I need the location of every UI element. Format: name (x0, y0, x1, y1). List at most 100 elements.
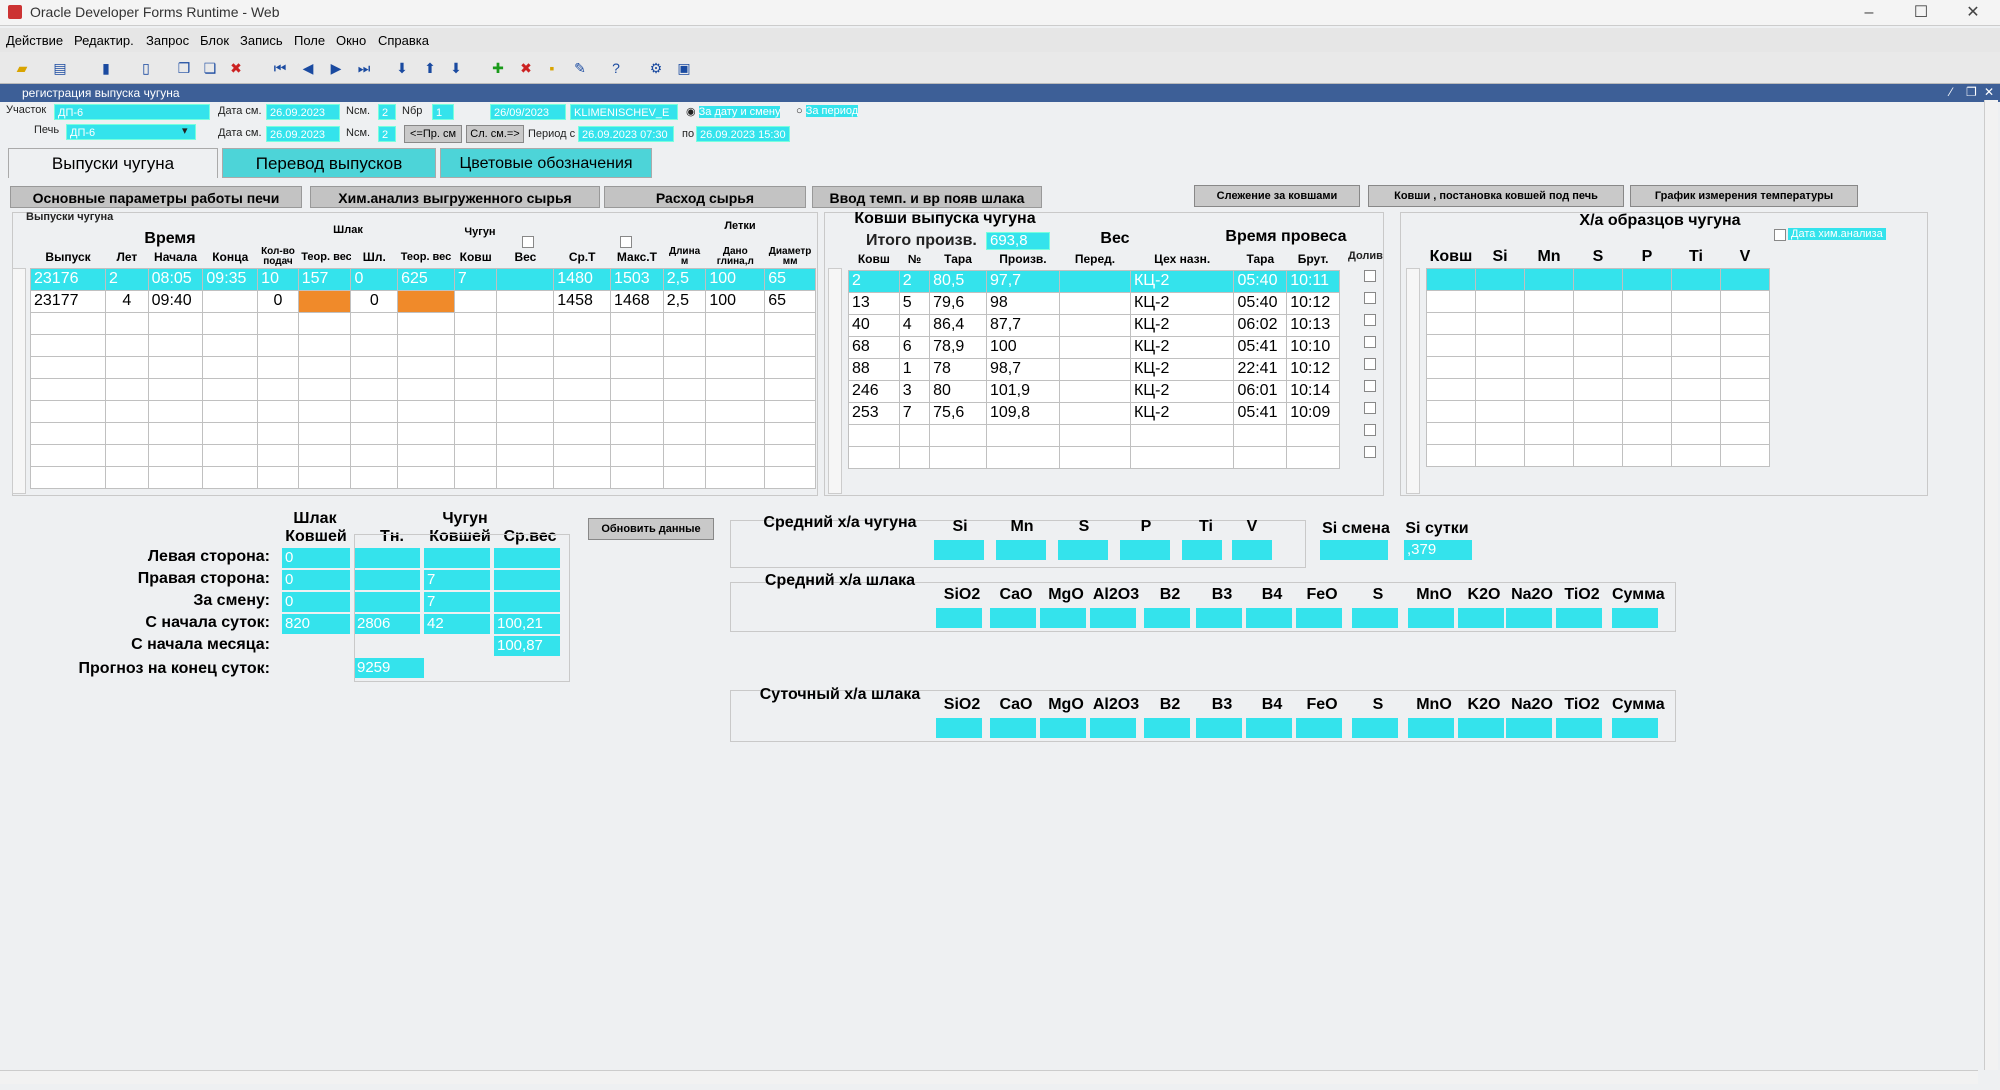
cell[interactable]: 09:40 (147, 289, 204, 313)
doliv-checkbox[interactable] (1364, 424, 1376, 436)
obrazec-row[interactable] (1426, 355, 1770, 379)
first-record-icon[interactable]: ⏮ (270, 58, 290, 78)
shlak-avg-value[interactable] (1144, 608, 1190, 628)
empty-row[interactable] (29, 399, 816, 423)
shlak-daily-value[interactable] (1556, 718, 1602, 738)
subtab-himanaliz[interactable]: Хим.анализ выгруженного сырья (310, 186, 600, 208)
menu-window[interactable]: Окно (336, 33, 366, 48)
summary-cell[interactable]: 0 (282, 570, 350, 590)
cell[interactable]: 09:35 (202, 267, 259, 291)
cell[interactable]: 80,5 (929, 269, 987, 293)
empty-row[interactable] (29, 421, 816, 445)
doliv-checkbox[interactable] (1364, 358, 1376, 370)
chem-val-v[interactable] (1232, 540, 1272, 560)
cell[interactable]: 2 (105, 267, 149, 291)
cell[interactable]: 75,6 (929, 401, 987, 425)
cell[interactable]: 05:41 (1233, 335, 1288, 359)
cell[interactable]: 13 (848, 291, 900, 315)
ladles-button[interactable]: Ковши , постановка ковшей под печь (1368, 185, 1624, 207)
cell[interactable]: 10:10 (1286, 335, 1340, 359)
shlak-daily-value[interactable] (1458, 718, 1504, 738)
shlak-daily-value[interactable] (1246, 718, 1292, 738)
cell[interactable]: 7 (453, 267, 498, 291)
paste-icon[interactable]: ❏ (200, 58, 220, 78)
cell[interactable] (1058, 269, 1131, 293)
shlak-avg-value[interactable] (1408, 608, 1454, 628)
up-icon[interactable]: ⬆ (420, 58, 440, 78)
doliv-checkbox[interactable] (1364, 336, 1376, 348)
prev-shift-button[interactable]: <=Пр. см (404, 125, 462, 143)
empty-row[interactable] (848, 445, 1340, 469)
shlak-avg-value[interactable] (1040, 608, 1086, 628)
cell[interactable]: 65 (764, 289, 816, 313)
si-smena-field[interactable] (1320, 540, 1388, 560)
empty-row[interactable] (29, 377, 816, 401)
delete-icon[interactable]: ✖ (226, 58, 246, 78)
cell[interactable]: 2,5 (662, 289, 707, 313)
window-icon[interactable]: ▣ (674, 58, 694, 78)
cell[interactable]: КЦ-2 (1129, 379, 1235, 403)
cell[interactable]: 78,9 (929, 335, 987, 359)
user-field[interactable]: KLIMENISCHEV_E (570, 104, 678, 120)
cell[interactable]: 40 (848, 313, 900, 337)
obrazec-row[interactable] (1426, 443, 1770, 467)
radio-period[interactable]: ○ За период (796, 105, 859, 117)
vypuski-scrollbar[interactable] (12, 268, 26, 494)
empty-row[interactable] (29, 465, 816, 489)
temp-chart-button[interactable]: График измерения температуры (1630, 185, 1858, 207)
menu-help[interactable]: Справка (378, 33, 429, 48)
cell[interactable] (1058, 291, 1131, 315)
cell[interactable]: 87,7 (985, 313, 1060, 337)
open-icon[interactable]: ▰ (12, 58, 32, 78)
menu-edit[interactable]: Редактир. (74, 33, 134, 48)
next-record-icon[interactable]: ▶ (326, 58, 346, 78)
summary-cell[interactable]: 820 (282, 614, 350, 634)
cell[interactable] (1058, 335, 1131, 359)
doliv-checkbox[interactable] (1364, 314, 1376, 326)
menu-query[interactable]: Запрос (146, 33, 189, 48)
obrazcy-scrollbar[interactable] (1406, 268, 1420, 494)
empty-row[interactable] (29, 443, 816, 467)
kovsh-row[interactable]: 68 6 78,9 100 КЦ-2 05:41 10:10 (848, 335, 1340, 359)
maximize-button[interactable]: ☐ (1898, 0, 1944, 26)
vypusk-row[interactable]: 23177 4 09:40 0 0 1458 1468 2,5 100 65 (29, 289, 816, 313)
menu-record[interactable]: Запись (240, 33, 283, 48)
tracking-button[interactable]: Слежение за ковшами (1194, 185, 1360, 207)
radio-date-shift[interactable]: ◉ За дату и смену (686, 105, 781, 118)
cell[interactable]: 10:12 (1286, 291, 1340, 315)
shlak-avg-value[interactable] (1196, 608, 1242, 628)
cell[interactable] (1058, 357, 1131, 381)
pech-select[interactable]: ДП-6 (66, 124, 196, 140)
obrazec-row[interactable] (1426, 311, 1770, 335)
period-from-field[interactable]: 26.09.2023 07:30 (578, 126, 674, 142)
date-chk-checkbox[interactable] (1774, 229, 1786, 241)
cell[interactable]: 23177 (29, 289, 107, 313)
cell[interactable]: 10:09 (1286, 401, 1340, 425)
last-record-icon[interactable]: ⏭ (354, 58, 374, 78)
cell[interactable]: КЦ-2 (1129, 335, 1235, 359)
cell[interactable]: 06:02 (1233, 313, 1288, 337)
empty-row[interactable] (848, 423, 1340, 447)
form-restore-icon[interactable]: ❐ (1966, 85, 1977, 99)
cell[interactable]: 7 (898, 401, 931, 425)
vypusk-row[interactable]: 23176 2 08:05 09:35 10 157 0 625 7 1480 … (29, 267, 816, 291)
shlak-avg-value[interactable] (1612, 608, 1658, 628)
cell[interactable]: 3 (898, 379, 931, 403)
cell[interactable]: КЦ-2 (1129, 291, 1235, 315)
chem-val-p[interactable] (1120, 540, 1170, 560)
cell[interactable] (1058, 401, 1131, 425)
kovsh-row[interactable]: 88 1 78 98,7 КЦ-2 22:41 10:12 (848, 357, 1340, 381)
insert-record-icon[interactable]: ✚ (488, 58, 508, 78)
cell[interactable]: 06:01 (1233, 379, 1288, 403)
query-icon[interactable]: ✎ (570, 58, 590, 78)
empty-row[interactable] (29, 311, 816, 335)
close-button[interactable]: ✕ (1950, 0, 1996, 26)
cell[interactable]: 05:40 (1233, 269, 1288, 293)
cell[interactable]: 1458 (553, 289, 612, 313)
shlak-daily-value[interactable] (990, 718, 1036, 738)
cell[interactable]: 22:41 (1233, 357, 1288, 381)
cell[interactable] (1058, 313, 1131, 337)
shlak-daily-value[interactable] (1612, 718, 1658, 738)
chem-val-si[interactable] (934, 540, 984, 560)
chem-val-s[interactable] (1058, 540, 1108, 560)
